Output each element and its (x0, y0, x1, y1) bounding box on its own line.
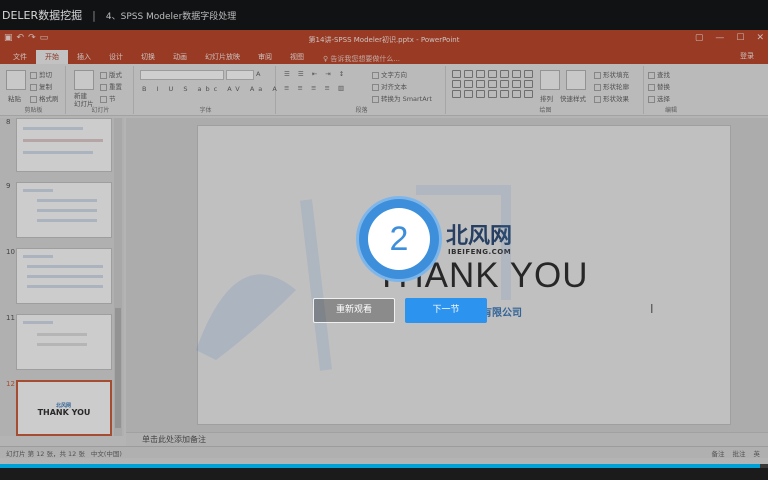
course-title: DELER数据挖掘 (2, 9, 83, 22)
player-end-overlay: 2 重新观看 下一节 (0, 30, 768, 464)
player-control-bar (0, 468, 768, 480)
countdown-number: 2 (368, 208, 430, 270)
title-separator: | (92, 8, 96, 22)
video-title-bar: DELER数据挖掘 | 4、SPSS Modeler数据字段处理 (0, 0, 768, 30)
lesson-title: 4、SPSS Modeler数据字段处理 (105, 11, 237, 22)
next-section-button[interactable]: 下一节 (405, 298, 487, 323)
countdown-timer: 2 (356, 196, 442, 282)
replay-button[interactable]: 重新观看 (313, 298, 395, 323)
